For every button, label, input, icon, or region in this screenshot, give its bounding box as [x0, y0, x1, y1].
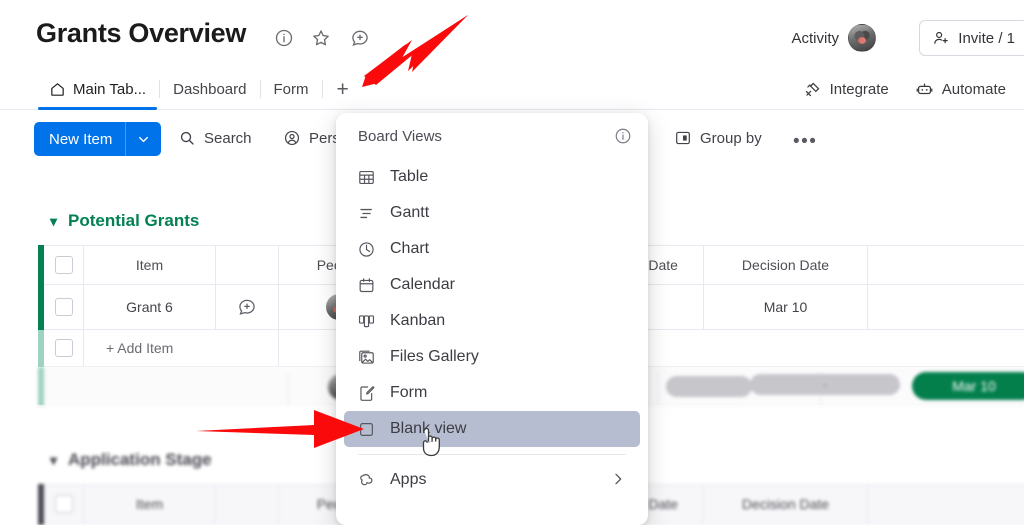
home-icon: [51, 82, 64, 96]
group-by-icon: [676, 131, 690, 145]
group-by-button[interactable]: Group by: [674, 129, 762, 147]
cell-item[interactable]: Grant 6: [84, 285, 216, 330]
automate-robot-icon: [916, 82, 933, 94]
column-header-extra: [868, 484, 1024, 524]
column-header-extra: [868, 245, 1024, 285]
column-header-decision-date[interactable]: Decision Date: [704, 484, 868, 524]
select-all-checkbox[interactable]: [44, 245, 84, 285]
chevron-right-icon: [610, 471, 626, 487]
menu-item-table[interactable]: Table: [344, 159, 640, 195]
status-pill-placeholder: [666, 376, 752, 397]
menu-item-label: Gantt: [390, 204, 430, 221]
group-header-potential-grants[interactable]: ▾ Potential Grants: [50, 211, 199, 231]
cell-decision-date[interactable]: Mar 10: [704, 285, 868, 330]
menu-item-label: Table: [390, 168, 429, 185]
add-item-button[interactable]: + Add Item: [84, 330, 279, 367]
chart-clock-icon: [356, 239, 376, 259]
apps-icon: [356, 470, 376, 490]
group-title-label: Application Stage: [68, 450, 212, 469]
menu-item-label: Kanban: [390, 312, 446, 329]
row-checkbox[interactable]: [44, 285, 84, 330]
tab-bar: Main Tab... Dashboard Form + Integrate A…: [0, 68, 1024, 110]
tab-label: Main Tab...: [73, 80, 147, 98]
search-button[interactable]: Search: [178, 129, 252, 147]
person-icon: [284, 130, 300, 146]
chevron-down-icon[interactable]: [126, 133, 161, 146]
menu-item-label: Apps: [390, 471, 427, 488]
group-by-label: Group by: [700, 129, 762, 147]
info-icon[interactable]: [274, 28, 294, 48]
new-item-label: New Item: [49, 130, 113, 148]
menu-item-label: Blank view: [390, 420, 467, 437]
column-header-spacer: [216, 245, 279, 285]
menu-item-label: Form: [390, 384, 428, 401]
image-icon: [356, 347, 376, 367]
menu-title: Board Views: [358, 127, 442, 145]
chevron-down-icon[interactable]: ▾: [50, 452, 57, 469]
add-person-icon: [934, 31, 949, 44]
integrate-icon: [805, 82, 819, 96]
star-icon[interactable]: [311, 28, 331, 48]
menu-item-form[interactable]: Form: [344, 375, 640, 411]
column-header-item[interactable]: Item: [84, 484, 216, 524]
chevron-down-icon[interactable]: ▾: [50, 213, 57, 230]
group-title-label: Potential Grants: [68, 211, 200, 230]
form-edit-icon: [356, 383, 376, 403]
decision-date-pill: Mar 10: [912, 372, 1024, 400]
calendar-icon: [356, 275, 376, 295]
tab-dashboard[interactable]: Dashboard: [160, 68, 259, 110]
search-label: Search: [204, 129, 252, 147]
automate-label: Automate: [941, 80, 1006, 98]
new-item-button[interactable]: New Item: [34, 122, 162, 156]
board-header: Grants Overview Activity Invite / 1: [0, 0, 1024, 70]
menu-item-apps[interactable]: Apps: [344, 462, 640, 498]
invite-label: Invite / 1: [958, 29, 1015, 47]
automate-button[interactable]: Automate: [915, 80, 1006, 99]
add-item-checkbox: [44, 330, 84, 367]
select-all-checkbox[interactable]: [44, 484, 84, 524]
table-icon: [356, 167, 376, 187]
board-views-menu: Board Views Table Gantt Chart Calendar K…: [336, 113, 648, 525]
menu-item-files-gallery[interactable]: Files Gallery: [344, 339, 640, 375]
tab-form[interactable]: Form: [261, 68, 322, 110]
gantt-icon: [356, 203, 376, 223]
menu-item-blank-view[interactable]: Blank view: [344, 411, 640, 447]
menu-item-calendar[interactable]: Calendar: [344, 267, 640, 303]
column-header-item[interactable]: Item: [84, 245, 216, 285]
add-view-button[interactable]: +: [323, 79, 363, 100]
tab-label: Dashboard: [173, 80, 247, 98]
menu-items-list: Table Gantt Chart Calendar Kanban Files …: [336, 159, 648, 498]
column-header-spacer: [216, 484, 279, 524]
add-comment-icon[interactable]: [350, 28, 370, 48]
menu-item-label: Chart: [390, 240, 430, 257]
activity-indicator[interactable]: Activity: [791, 24, 876, 52]
menu-item-label: Files Gallery: [390, 348, 479, 365]
submission-date-placeholder: -: [750, 374, 900, 395]
cell-extra: [868, 285, 1024, 330]
invite-button[interactable]: Invite / 1: [919, 20, 1024, 56]
tab-main-table[interactable]: Main Tab...: [36, 68, 159, 110]
tab-label: Form: [273, 80, 309, 98]
activity-label: Activity: [791, 29, 839, 47]
integrate-label: Integrate: [829, 80, 889, 98]
more-options-button[interactable]: •••: [793, 131, 817, 153]
column-header-decision-date[interactable]: Decision Date: [704, 245, 868, 285]
menu-item-chart[interactable]: Chart: [344, 231, 640, 267]
menu-item-kanban[interactable]: Kanban: [344, 303, 640, 339]
search-icon: [180, 131, 194, 145]
menu-item-label: Calendar: [390, 276, 455, 293]
menu-header: Board Views: [336, 113, 648, 159]
integrate-button[interactable]: Integrate: [803, 80, 889, 99]
info-icon[interactable]: [614, 127, 632, 145]
group-header-application-stage[interactable]: ▾ Application Stage: [50, 450, 212, 470]
menu-divider: [358, 454, 626, 455]
add-comment-icon[interactable]: [216, 285, 279, 330]
menu-item-gantt[interactable]: Gantt: [344, 195, 640, 231]
kanban-icon: [356, 311, 376, 331]
app-root: Grants Overview Activity Invite / 1 Main…: [0, 0, 1024, 525]
page-title: Grants Overview: [36, 18, 247, 48]
avatar[interactable]: [848, 24, 876, 52]
blank-square-icon: [356, 419, 376, 439]
